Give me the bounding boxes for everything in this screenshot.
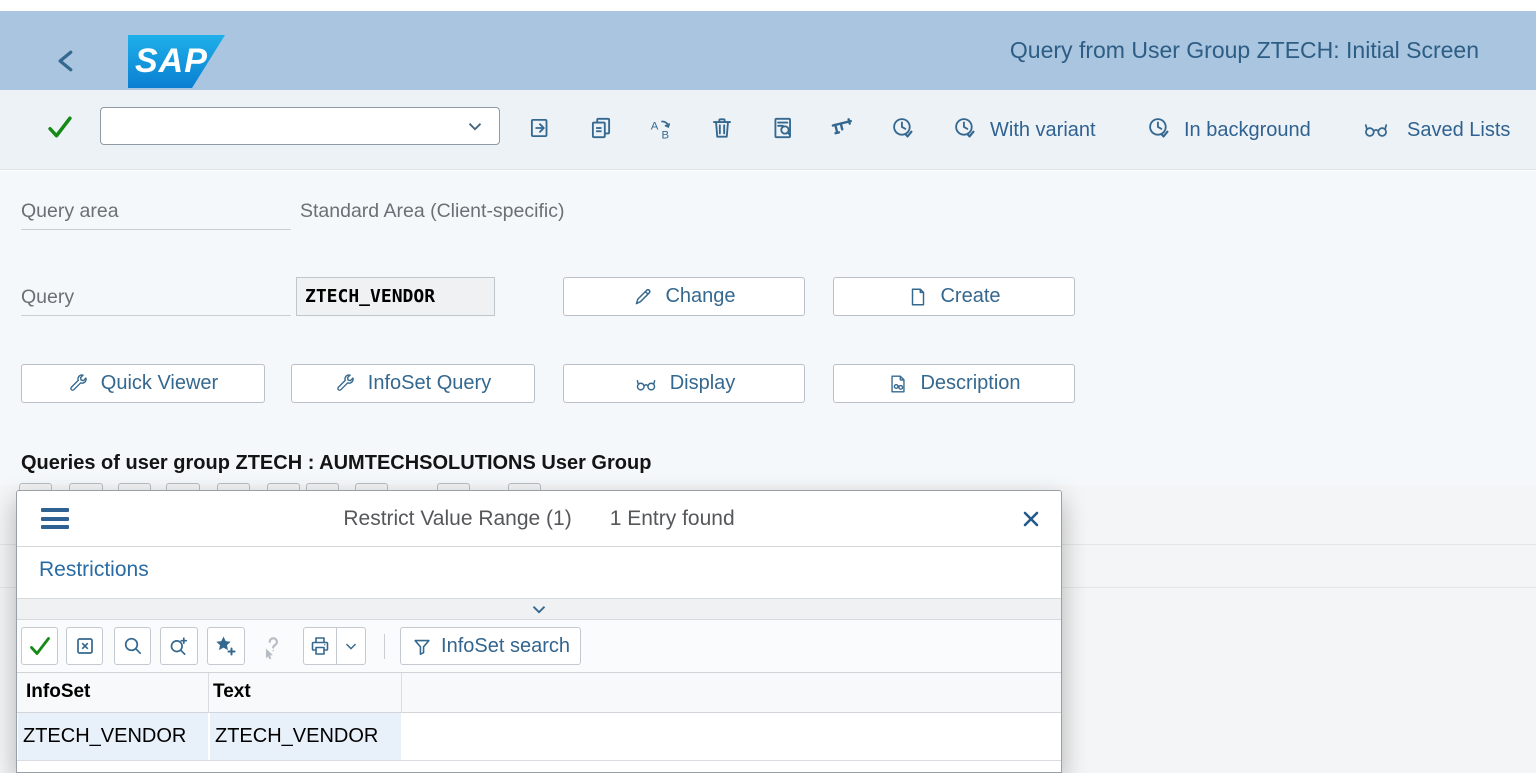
- confirm-button[interactable]: [21, 627, 58, 665]
- magnifier-plus-icon: [170, 637, 188, 656]
- infoset-query-button[interactable]: InfoSet Query: [291, 364, 535, 403]
- print-dropdown-icon[interactable]: [337, 637, 365, 655]
- screen-title: Query from User Group ZTECH: Initial Scr…: [1009, 37, 1479, 63]
- query-value-input[interactable]: [296, 277, 495, 316]
- wrench-icon: [68, 373, 90, 395]
- caliper-icon[interactable]: [830, 115, 856, 141]
- create-button-label: Create: [940, 285, 1001, 307]
- restrictions-section: Restrictions: [17, 547, 1061, 598]
- toolbar-separator: [384, 634, 385, 659]
- add-favorite-button[interactable]: [207, 627, 245, 665]
- description-button[interactable]: Description: [833, 364, 1075, 403]
- dialog-table-header: InfoSet Text: [17, 673, 1061, 713]
- main-toolbar: AB With variant In background Saved List…: [0, 90, 1536, 170]
- glasses-icon[interactable]: [1361, 116, 1391, 142]
- shell-header: SAP Query from User Group ZTECH: Initial…: [0, 11, 1536, 90]
- saved-lists-button[interactable]: Saved Lists: [1407, 117, 1510, 143]
- in-background-button[interactable]: In background: [1184, 117, 1311, 143]
- chevron-left-icon: [52, 46, 82, 76]
- find-next-button[interactable]: [160, 627, 198, 665]
- document-glasses-icon: [887, 373, 909, 395]
- dialog-titlebar: Restrict Value Range (1) 1 Entry found: [17, 491, 1061, 547]
- pencil-icon: [632, 286, 654, 308]
- sap-gui-screen: SAP Query from User Group ZTECH: Initial…: [0, 0, 1536, 773]
- print-split-button[interactable]: [303, 627, 366, 665]
- green-check-icon: [29, 637, 50, 655]
- svg-text:A: A: [651, 121, 659, 133]
- create-button[interactable]: Create: [833, 277, 1075, 316]
- sap-logo: SAP: [128, 35, 225, 88]
- display-button[interactable]: Display: [563, 364, 805, 403]
- restrictions-label: Restrictions: [39, 558, 149, 581]
- chevron-down-icon: [528, 598, 550, 620]
- restrict-value-range-dialog: Restrict Value Range (1) 1 Entry found R…: [16, 490, 1062, 773]
- query-area-label: Query area: [21, 200, 119, 222]
- change-button-label: Change: [665, 285, 736, 307]
- table-row[interactable]: ZTECH_VENDOR ZTECH_VENDOR: [17, 713, 1061, 761]
- back-button[interactable]: [50, 44, 84, 78]
- dialog-toolbar: InfoSet search: [17, 620, 1061, 673]
- blank-page-icon: [907, 286, 929, 308]
- with-variant-button[interactable]: With variant: [990, 117, 1096, 143]
- query-area-underline: [21, 229, 291, 230]
- execute-in-background-clock-icon[interactable]: [1146, 115, 1172, 141]
- copy-pages-icon[interactable]: [588, 115, 614, 141]
- funnel-icon: [411, 635, 433, 657]
- command-input[interactable]: [100, 107, 500, 145]
- trash-icon[interactable]: [709, 115, 735, 141]
- cancel-button[interactable]: [66, 627, 103, 665]
- page-with-arrow-icon[interactable]: [527, 115, 553, 141]
- enter-check-icon[interactable]: [46, 113, 74, 141]
- printer-icon[interactable]: [304, 634, 336, 658]
- query-underline: [21, 315, 291, 316]
- row-cell-text[interactable]: ZTECH_VENDOR: [209, 713, 401, 760]
- glasses-icon: [633, 373, 659, 395]
- display-button-label: Display: [669, 372, 736, 394]
- dialog-title: Restrict Value Range (1): [343, 507, 572, 530]
- collapse-strip[interactable]: [17, 598, 1061, 620]
- document-magnifier-icon[interactable]: [770, 115, 796, 141]
- sap-logo-text: SAP: [135, 42, 208, 80]
- top-strip: [0, 0, 1536, 11]
- wrench-icon: [335, 373, 357, 395]
- infoset-search-label: InfoSet search: [441, 634, 570, 657]
- find-button[interactable]: [114, 627, 151, 665]
- magnifier-icon: [124, 637, 141, 655]
- star-plus-icon: [216, 636, 236, 656]
- query-label: Query: [21, 286, 75, 308]
- infoset-search-button[interactable]: InfoSet search: [400, 627, 581, 665]
- dialog-entry-count: 1 Entry found: [609, 507, 735, 530]
- infoset-query-button-label: InfoSet Query: [367, 372, 492, 394]
- close-icon[interactable]: [1019, 507, 1043, 531]
- column-header-text[interactable]: Text: [213, 681, 251, 703]
- svg-text:B: B: [662, 129, 670, 141]
- boxed-x-icon: [76, 638, 93, 654]
- command-dropdown-icon[interactable]: [464, 115, 486, 137]
- quick-viewer-button[interactable]: Quick Viewer: [21, 364, 265, 403]
- quick-viewer-button-label: Quick Viewer: [100, 372, 219, 394]
- description-button-label: Description: [920, 372, 1021, 394]
- execute-clock-icon[interactable]: [890, 115, 916, 141]
- change-button[interactable]: Change: [563, 277, 805, 316]
- query-area-value: Standard Area (Client-specific): [300, 200, 565, 222]
- help-hand-question-icon: [255, 631, 291, 663]
- queries-section-heading: Queries of user group ZTECH : AUMTECHSOL…: [21, 452, 652, 474]
- execute-with-variant-clock-icon[interactable]: [952, 115, 978, 141]
- row-cell-infoset[interactable]: ZTECH_VENDOR: [18, 713, 208, 760]
- column-divider: [401, 673, 402, 713]
- column-header-infoset[interactable]: InfoSet: [26, 681, 90, 703]
- rename-a-b-icon[interactable]: AB: [648, 115, 674, 141]
- column-divider: [208, 673, 209, 713]
